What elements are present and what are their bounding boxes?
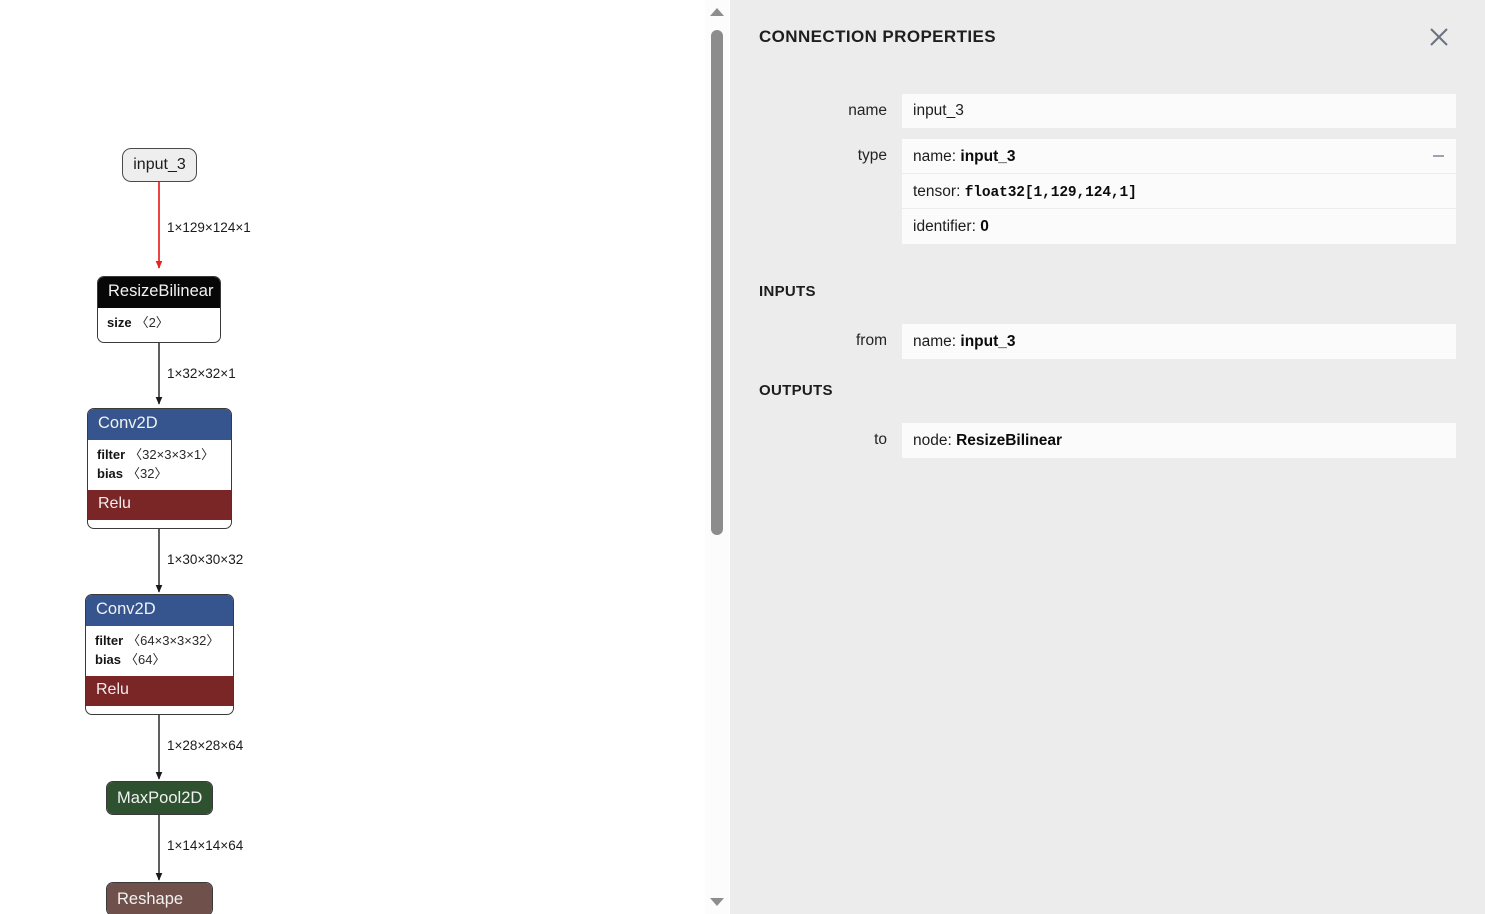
type-row-name[interactable]: name: input_3: [902, 139, 1456, 174]
edge-label-maxpool2d-reshape: 1×14×14×64: [167, 838, 244, 853]
output-connection-key: node:: [913, 432, 952, 449]
type-row-tensor-value: float32[1,129,124,1]: [964, 185, 1137, 201]
graph-node-attribute-row: bias 〈32〉: [97, 464, 222, 484]
field-row-from: from name: input_3: [759, 324, 1456, 359]
graph-node-attribute-row: bias 〈64〉: [95, 650, 224, 670]
edge-label-conv2d-1-conv2d-2: 1×30×30×32: [167, 552, 244, 567]
type-row-tensor-key: tensor:: [913, 183, 961, 200]
attribute-value: 〈64×3×3×32〉: [127, 632, 220, 648]
field-label-name: name: [848, 102, 887, 119]
field-label-to: to: [874, 431, 887, 448]
graph-node-conv2d-2-header: Conv2D: [86, 595, 233, 626]
attribute-key: bias: [97, 466, 124, 482]
graph-node-resizebilinear-header: ResizeBilinear: [98, 277, 220, 308]
graph-node-input_3-label: input_3: [133, 156, 186, 173]
field-row-name: name input_3: [759, 94, 1456, 128]
section-title-inputs: INPUTS: [759, 283, 816, 300]
graph-node-conv2d-2-activation: Relu: [86, 675, 233, 706]
type-row-identifier-value: 0: [980, 218, 989, 235]
output-connection-value: ResizeBilinear: [956, 432, 1063, 449]
field-label-type: type: [857, 147, 887, 164]
attribute-value: 〈64〉: [125, 652, 166, 668]
graph-node-maxpool2d[interactable]: MaxPool2D: [106, 781, 213, 815]
graph-node-attribute-row: filter 〈32×3×3×1〉: [97, 445, 222, 465]
graph-node-reshape-header: Reshape: [107, 883, 212, 914]
graph-node-conv2d-1[interactable]: Conv2D filter 〈32×3×3×1〉 bias 〈32〉 Relu: [87, 408, 232, 529]
graph-node-conv2d-1-attributes: filter 〈32×3×3×1〉 bias 〈32〉: [88, 439, 231, 490]
graph-node-input_3[interactable]: input_3: [122, 148, 197, 182]
attribute-key: size: [107, 314, 132, 330]
edge-label-input_3-resizebilinear: 1×129×124×1: [167, 220, 251, 235]
field-row-type: type name: input_3 tensor: float32[1,129…: [759, 139, 1456, 244]
panel-scrollbar[interactable]: [705, 0, 729, 914]
attribute-key: filter: [95, 632, 124, 648]
field-value-name[interactable]: input_3: [902, 94, 1456, 128]
graph-node-attribute-row: size 〈2〉: [107, 313, 211, 333]
graph-node-conv2d-2-attributes: filter 〈64×3×3×32〉 bias 〈64〉: [86, 625, 233, 676]
attribute-value: 〈2〉: [135, 314, 169, 330]
graph-node-resizebilinear[interactable]: ResizeBilinear size 〈2〉: [97, 276, 221, 343]
edge-label-resizebilinear-conv2d-1: 1×32×32×1: [167, 366, 236, 381]
input-connection-value: input_3: [960, 333, 1016, 350]
graph-node-conv2d-1-activation: Relu: [88, 489, 231, 520]
input-connection-key: name:: [913, 333, 957, 350]
type-row-name-value: input_3: [960, 148, 1016, 165]
graph-node-reshape[interactable]: Reshape: [106, 882, 213, 914]
graph-node-conv2d-2[interactable]: Conv2D filter 〈64×3×3×32〉 bias 〈64〉 Relu: [85, 594, 234, 715]
field-value-from: name: input_3: [902, 324, 1456, 359]
output-connection-row[interactable]: node: ResizeBilinear: [902, 423, 1456, 458]
field-label-from: from: [856, 332, 887, 349]
attribute-value: 〈32〉: [127, 466, 168, 482]
close-icon[interactable]: [1425, 23, 1453, 51]
field-value-type: name: input_3 tensor: float32[1,129,124,…: [902, 139, 1456, 244]
edge-label-conv2d-2-maxpool2d: 1×28×28×64: [167, 738, 244, 753]
attribute-key: filter: [97, 446, 126, 462]
netron-app: 1×129×124×1 1×32×32×1 1×30×30×32 1×28×28…: [0, 0, 1485, 914]
graph-node-resizebilinear-attributes: size 〈2〉: [98, 307, 220, 339]
graph-node-maxpool2d-header: MaxPool2D: [107, 782, 212, 814]
input-connection-row[interactable]: name: input_3: [902, 324, 1456, 359]
graph-node-attribute-row: filter 〈64×3×3×32〉: [95, 631, 224, 651]
attribute-key: bias: [95, 652, 122, 668]
type-row-tensor[interactable]: tensor: float32[1,129,124,1]: [902, 174, 1456, 209]
collapse-toggle-icon[interactable]: [1433, 155, 1444, 157]
field-value-to: node: ResizeBilinear: [902, 423, 1456, 458]
type-row-identifier-key: identifier:: [913, 218, 976, 235]
graph-canvas[interactable]: 1×129×124×1 1×32×32×1 1×30×30×32 1×28×28…: [0, 0, 705, 914]
attribute-value: 〈32×3×3×1〉: [129, 446, 215, 462]
scroll-down-arrow-icon[interactable]: [710, 898, 724, 906]
type-row-identifier[interactable]: identifier: 0: [902, 209, 1456, 244]
panel-header: CONNECTION PROPERTIES: [730, 0, 1485, 78]
field-row-to: to node: ResizeBilinear: [759, 423, 1456, 458]
panel-title: CONNECTION PROPERTIES: [759, 27, 996, 46]
scroll-up-arrow-icon[interactable]: [710, 8, 724, 16]
connection-properties-panel: CONNECTION PROPERTIES name input_3 type …: [730, 0, 1485, 914]
graph-node-conv2d-1-header: Conv2D: [88, 409, 231, 440]
type-row-name-key: name:: [913, 148, 957, 165]
scrollbar-thumb[interactable]: [711, 30, 723, 535]
section-title-outputs: OUTPUTS: [759, 382, 833, 399]
